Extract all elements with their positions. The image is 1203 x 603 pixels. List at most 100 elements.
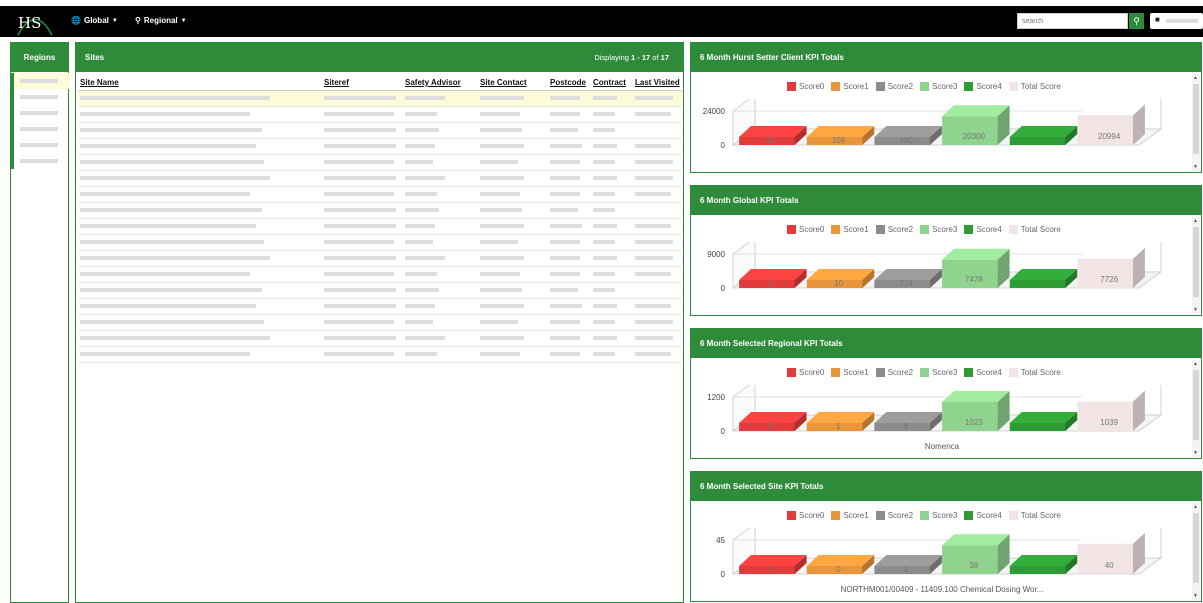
bar-value-label: 1039 [1100, 418, 1118, 427]
col-header-site-contact[interactable]: Site Contact [478, 75, 548, 91]
legend-item[interactable]: Score4 [964, 511, 1002, 520]
region-item[interactable] [11, 121, 70, 137]
cell-postcode [548, 154, 591, 171]
scroll-up-icon[interactable]: ▲ [1193, 504, 1198, 510]
kpi-panel-title: 6 Month Selected Regional KPI Totals [691, 329, 1201, 358]
scroll-up-icon[interactable]: ▲ [1193, 361, 1198, 367]
vertical-scrollbar[interactable]: ▲ ▼ [1192, 217, 1200, 314]
vertical-scrollbar[interactable]: ▲ ▼ [1192, 74, 1200, 171]
legend-item[interactable]: Score4 [964, 225, 1002, 234]
table-row[interactable] [78, 266, 682, 283]
col-header-last-visited[interactable]: Last Visited [633, 75, 682, 91]
nav-regional-dropdown[interactable]: ⚲ Regional ▼ [135, 16, 187, 25]
search-input[interactable] [1017, 13, 1128, 29]
scroll-down-icon[interactable]: ▼ [1193, 593, 1198, 599]
redacted-text [635, 352, 671, 356]
caret-down-icon: ▼ [180, 17, 187, 24]
table-row[interactable] [78, 234, 682, 251]
region-item[interactable] [11, 73, 70, 89]
redacted-text [480, 144, 524, 148]
legend-item[interactable]: Total Score [1008, 368, 1061, 377]
legend-item[interactable]: Score3 [920, 225, 957, 234]
table-row[interactable] [78, 218, 682, 235]
legend-swatch [787, 82, 796, 91]
scroll-up-icon[interactable]: ▲ [1193, 75, 1198, 81]
legend-item[interactable]: Score2 [875, 511, 913, 520]
chart-legend: Score0 Score1 Score2 Score3 Score4 Total Scor… [787, 82, 1061, 91]
legend-label: Score1 [843, 511, 869, 520]
col-header-safety-advisor[interactable]: Safety Advisor [403, 75, 478, 91]
bar-value-label: 0 [836, 565, 841, 574]
legend-item[interactable]: Score4 [964, 82, 1002, 91]
legend-item[interactable]: Score0 [787, 511, 824, 520]
scroll-down-icon[interactable]: ▼ [1193, 307, 1198, 313]
redacted-text [324, 112, 394, 116]
region-item[interactable] [11, 137, 70, 153]
legend-item[interactable]: Total Score [1008, 225, 1061, 234]
table-row[interactable] [78, 250, 682, 267]
legend-item[interactable]: Total Score [1008, 511, 1061, 520]
region-item[interactable] [11, 153, 70, 169]
table-row[interactable] [78, 90, 682, 107]
cell-site-name [78, 202, 322, 219]
legend-item[interactable]: Score2 [875, 225, 913, 234]
legend-item[interactable]: Score2 [875, 82, 913, 91]
legend-item[interactable]: Score3 [920, 511, 957, 520]
search-button[interactable]: ⚲ [1129, 13, 1144, 29]
col-header-siteref[interactable]: Siteref [322, 75, 403, 91]
legend-item[interactable]: Score0 [787, 225, 824, 234]
legend-item[interactable]: Score0 [787, 82, 824, 91]
table-row[interactable] [78, 314, 682, 331]
legend-item[interactable]: Score1 [831, 82, 869, 91]
table-row[interactable] [78, 202, 682, 219]
cell-site-name [78, 218, 322, 235]
redacted-text [324, 288, 396, 292]
table-row[interactable] [78, 186, 682, 203]
nav-global-dropdown[interactable]: 🌐 Global ▼ [71, 16, 118, 25]
col-header-contract[interactable]: Contract [591, 75, 633, 91]
table-row[interactable] [78, 330, 682, 347]
region-label-redacted [20, 143, 58, 147]
table-row[interactable] [78, 138, 682, 155]
table-row[interactable] [78, 346, 682, 363]
region-item[interactable] [11, 105, 70, 121]
table-row[interactable] [78, 122, 682, 139]
legend-item[interactable]: Score0 [787, 368, 824, 377]
legend-item[interactable]: Score1 [831, 368, 869, 377]
legend-item[interactable]: Score4 [964, 368, 1002, 377]
table-row[interactable] [78, 154, 682, 171]
redacted-text [405, 176, 445, 180]
scroll-thumb[interactable] [1193, 370, 1199, 440]
cell-contract [591, 154, 633, 171]
cell-site-contact [478, 122, 548, 139]
scroll-thumb[interactable] [1193, 84, 1199, 154]
region-item[interactable] [11, 89, 70, 105]
legend-label: Score0 [799, 225, 825, 234]
legend-item[interactable]: Score3 [920, 368, 957, 377]
scroll-thumb[interactable] [1193, 513, 1199, 583]
chart-legend: Score0 Score1 Score2 Score3 Score4 Total Scor… [787, 225, 1061, 234]
table-row[interactable] [78, 282, 682, 299]
col-header-site-name[interactable]: Site Name [78, 75, 322, 91]
vertical-scrollbar[interactable]: ▲ ▼ [1192, 360, 1200, 457]
redacted-text [635, 240, 673, 244]
table-row[interactable] [78, 106, 682, 123]
vertical-scrollbar[interactable]: ▲ ▼ [1192, 503, 1200, 600]
top-navbar: HS 🌐 Global ▼ ⚲ Regional ▼ ⚲ ■ [0, 6, 1203, 37]
redacted-text [593, 192, 615, 196]
scroll-down-icon[interactable]: ▼ [1193, 164, 1198, 170]
kpi-panel-title: 6 Month Selected Site KPI Totals [691, 472, 1201, 501]
legend-item[interactable]: Score1 [831, 511, 869, 520]
table-row[interactable] [78, 298, 682, 315]
legend-item[interactable]: Score1 [831, 225, 869, 234]
scroll-up-icon[interactable]: ▲ [1193, 218, 1198, 224]
user-menu-button[interactable]: ■ [1150, 13, 1203, 29]
col-header-postcode[interactable]: Postcode [548, 75, 591, 91]
table-row[interactable] [78, 170, 682, 187]
cell-site-name [78, 266, 322, 283]
scroll-thumb[interactable] [1193, 227, 1199, 297]
scroll-down-icon[interactable]: ▼ [1193, 450, 1198, 456]
legend-item[interactable]: Score3 [920, 82, 957, 91]
legend-item[interactable]: Score2 [875, 368, 913, 377]
legend-item[interactable]: Total Score [1008, 82, 1061, 91]
